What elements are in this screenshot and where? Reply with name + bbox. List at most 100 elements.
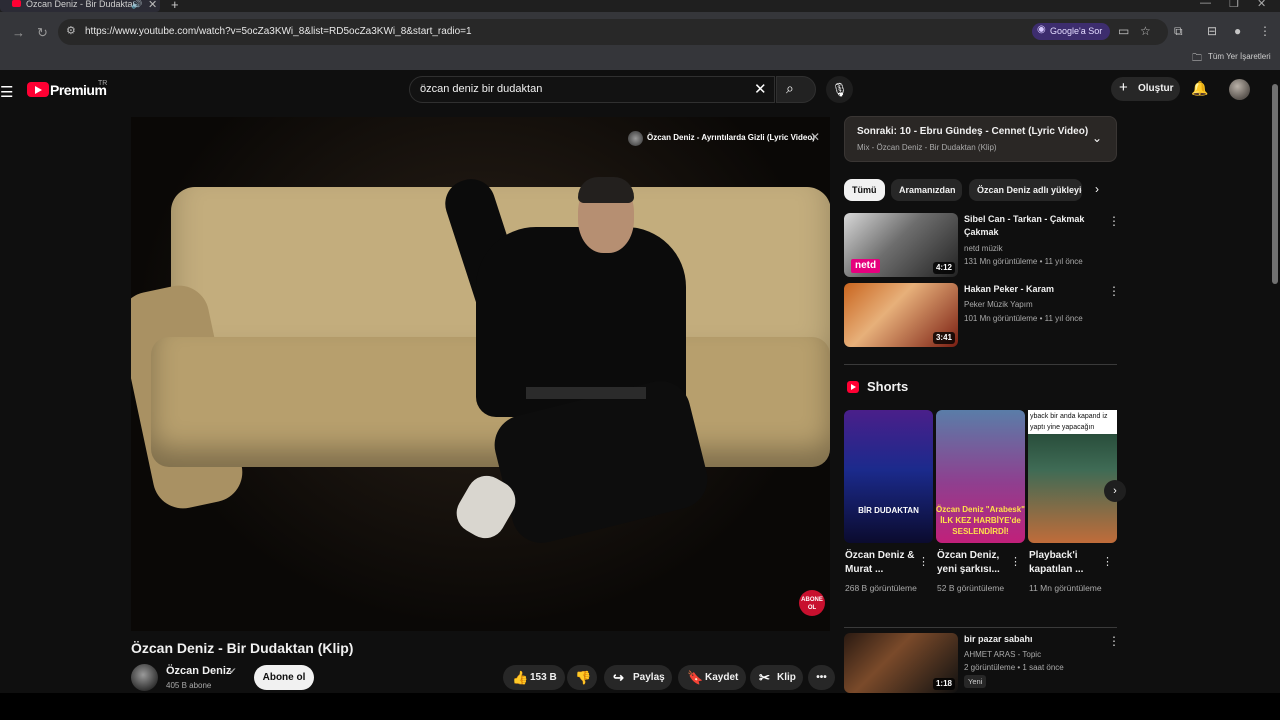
shorts-icon <box>847 381 859 393</box>
like-button[interactable]: 👍 153 B <box>503 665 565 690</box>
short-overlay-text: Özcan Deniz "Arabesk" İLK KEZ HARBİYE'de… <box>936 505 1025 536</box>
search-button[interactable] <box>776 76 816 103</box>
downloads-icon[interactable]: ⊟ <box>1207 24 1217 38</box>
related-meta: 131 Mn görüntüleme • 11 yıl önce <box>964 257 1083 266</box>
short-views: 268 B görüntüleme <box>845 583 917 593</box>
extensions-icon[interactable]: ⧉ <box>1174 24 1183 39</box>
suggestion-close-icon[interactable]: ✕ <box>810 130 820 144</box>
notifications-bell-icon[interactable]: 🔔 <box>1191 80 1208 97</box>
address-bar-url[interactable]: https://www.youtube.com/watch?v=5ocZa3KW… <box>85 26 472 37</box>
scrollbar-thumb[interactable] <box>1272 84 1278 284</box>
thumbs-up-icon: 👍 <box>512 670 529 685</box>
voice-search-icon[interactable]: 🎙 <box>826 76 853 103</box>
belt-image <box>526 387 646 399</box>
more-vert-icon[interactable]: ⋮ <box>1108 284 1120 298</box>
related-channel[interactable]: netd müzik <box>964 244 1003 253</box>
up-next-panel[interactable] <box>844 116 1117 162</box>
new-badge: Yeni <box>964 675 987 688</box>
more-vert-icon[interactable]: ⋮ <box>1108 214 1120 228</box>
create-label: Oluştur <box>1138 83 1174 94</box>
hamburger-menu-icon[interactable]: ☰ <box>0 83 13 101</box>
reload-icon[interactable]: ↻ <box>37 25 48 41</box>
netd-logo: netd <box>851 259 881 273</box>
tab-audio-icon[interactable]: 🔊 <box>131 0 142 10</box>
related-thumbnail[interactable]: 3:41 <box>844 283 958 347</box>
like-count: 153 B <box>530 672 557 683</box>
short-thumbnail[interactable]: Özcan Deniz "Arabesk" İLK KEZ HARBİYE'de… <box>936 410 1025 543</box>
short-title[interactable]: Özcan Deniz, yeni şarkısı... <box>937 549 1009 577</box>
minimize-icon[interactable]: — <box>1200 0 1211 9</box>
more-actions-button[interactable]: ••• <box>808 665 835 690</box>
short-title[interactable]: Özcan Deniz & Murat ... <box>845 549 917 577</box>
chevron-down-icon[interactable]: ⌄ <box>1092 131 1102 145</box>
lens-icon: ◉ <box>1037 24 1046 35</box>
dislike-button[interactable]: 👎 <box>567 665 597 690</box>
subscribe-watermark[interactable]: ABONE OL <box>799 590 825 616</box>
related-meta: 101 Mn görüntüleme • 11 yıl önce <box>964 314 1083 323</box>
profile-icon[interactable]: ● <box>1234 24 1241 38</box>
related-meta: 2 görüntüleme • 1 saat önce <box>964 663 1064 672</box>
youtube-logo-icon[interactable] <box>27 82 49 97</box>
clear-search-icon[interactable]: ✕ <box>754 80 767 98</box>
more-vert-icon[interactable]: ⋮ <box>1102 555 1113 568</box>
share-button[interactable]: ↪ Paylaş <box>604 665 672 690</box>
related-title[interactable]: bir pazar sabahı <box>964 633 1092 646</box>
short-overlay-text: yback bir anda kapand iz yaptı yine yapa… <box>1028 410 1117 434</box>
short-overlay-text: BİR DUDAKTAN <box>858 506 919 515</box>
browser-tab-strip <box>0 0 1280 12</box>
up-next-title[interactable]: Sonraki: 10 - Ebru Gündeş - Cennet (Lyri… <box>857 126 1088 137</box>
shorts-section-title: Shorts <box>867 379 909 394</box>
related-channel[interactable]: AHMET ARAS - Topic <box>964 650 1041 659</box>
clip-button[interactable]: ✂ Klip <box>750 665 803 690</box>
chip-from-uploader[interactable]: Özcan Deniz adlı yükleyiciden <box>969 179 1082 201</box>
site-info-icon[interactable]: ⚙ <box>66 24 76 37</box>
duration-badge: 4:12 <box>932 262 955 274</box>
more-vert-icon[interactable]: ⋮ <box>1108 634 1120 648</box>
suggested-video-title[interactable]: Özcan Deniz - Ayrıntılarda Gizli (Lyric … <box>647 133 815 142</box>
related-thumbnail[interactable]: netd 4:12 <box>844 213 958 277</box>
related-thumbnail[interactable]: 1:18 <box>844 633 958 693</box>
suggestion-avatar[interactable] <box>628 131 643 146</box>
menu-dots-icon[interactable]: ⋮ <box>1259 24 1271 38</box>
channel-avatar[interactable] <box>131 664 158 691</box>
divider <box>844 627 1117 628</box>
related-title[interactable]: Sibel Can - Tarkan - Çakmak Çakmak <box>964 213 1092 239</box>
save-label: Kaydet <box>705 672 739 683</box>
chevron-right-icon[interactable]: › <box>1095 182 1099 196</box>
scissors-icon: ✂ <box>759 670 770 685</box>
short-title[interactable]: Playback'i kapatılan ... <box>1029 549 1101 577</box>
account-avatar[interactable] <box>1229 79 1250 100</box>
bookmark-star-icon[interactable]: ☆ <box>1140 24 1151 38</box>
bookmarks-bar <box>0 48 1280 70</box>
forward-icon[interactable]: → <box>12 25 25 40</box>
search-input-value[interactable]: özcan deniz bir dudaktan <box>420 83 542 95</box>
subscriber-count: 405 B abone <box>166 681 212 690</box>
related-channel[interactable]: Peker Müzik Yapım <box>964 300 1033 309</box>
verified-icon: ✔ <box>229 666 237 676</box>
chip-all[interactable]: Tümü <box>844 179 885 201</box>
subscribe-button[interactable]: Abone ol <box>254 665 314 690</box>
video-player[interactable] <box>131 117 830 631</box>
tab-close-icon[interactable]: ✕ <box>148 0 157 11</box>
maximize-icon[interactable]: ❐ <box>1229 0 1239 10</box>
cast-icon[interactable]: ▭ <box>1118 24 1129 38</box>
more-vert-icon[interactable]: ⋮ <box>1010 555 1021 568</box>
short-thumbnail[interactable]: BİR DUDAKTAN <box>844 410 933 543</box>
save-bookmark-icon: 🔖 <box>687 670 704 685</box>
channel-name[interactable]: Özcan Deniz <box>166 665 231 677</box>
divider <box>844 364 1117 365</box>
share-icon: ↪ <box>613 670 624 685</box>
duration-badge: 1:18 <box>932 678 955 690</box>
folder-icon: 🗀 <box>1192 53 1202 64</box>
more-vert-icon[interactable]: ⋮ <box>918 555 929 568</box>
save-button[interactable]: 🔖 Kaydet <box>678 665 746 690</box>
close-window-icon[interactable]: ✕ <box>1257 0 1266 10</box>
related-title[interactable]: Hakan Peker - Karam <box>964 283 1092 296</box>
tab-title: Özcan Deniz - Bir Dudaktan <box>26 0 138 9</box>
google-sor-label: Google'a Sor <box>1050 26 1103 36</box>
up-next-subtitle: Mix - Özcan Deniz - Bir Dudaktan (Klip) <box>857 143 997 152</box>
chip-from-search[interactable]: Aramanızdan <box>891 179 962 201</box>
shorts-next-icon[interactable]: › <box>1104 480 1126 502</box>
all-bookmarks-link[interactable]: Tüm Yer İşaretleri <box>1208 52 1271 61</box>
new-tab-icon[interactable]: + <box>171 0 179 12</box>
